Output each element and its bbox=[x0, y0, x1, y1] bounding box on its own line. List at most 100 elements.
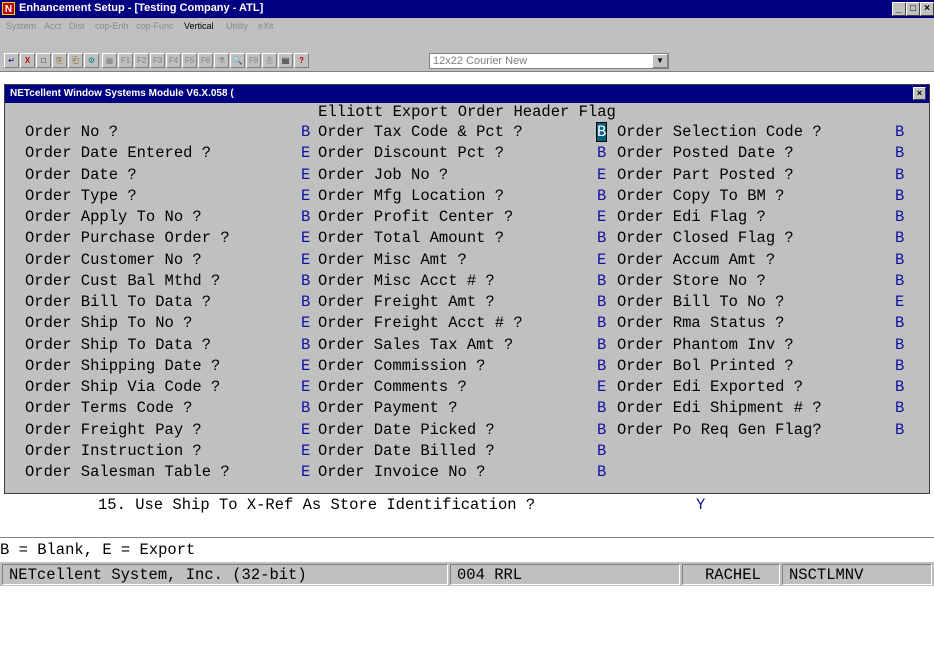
field-value[interactable]: B bbox=[597, 463, 606, 481]
window-title: Enhancement Setup - [Testing Company - A… bbox=[19, 2, 264, 14]
paste-icon[interactable]: ⎗ bbox=[68, 53, 83, 68]
menu-system[interactable]: System bbox=[6, 21, 36, 31]
field-value[interactable]: B bbox=[597, 293, 606, 311]
enter-icon[interactable]: ↵ bbox=[4, 53, 19, 68]
field-value[interactable]: B bbox=[597, 144, 606, 162]
f4-button[interactable]: F4 bbox=[166, 53, 181, 68]
field-label: Order Apply To No ? bbox=[25, 208, 202, 226]
close-button[interactable]: × bbox=[920, 2, 934, 16]
field-value[interactable]: B bbox=[301, 208, 310, 226]
field-value[interactable]: B bbox=[597, 336, 606, 354]
field-value[interactable]: E bbox=[597, 208, 606, 226]
cancel-icon[interactable]: X bbox=[20, 53, 35, 68]
field-label: Order Commission ? bbox=[318, 357, 486, 375]
menu-cop-enh[interactable]: cop-Enh bbox=[95, 21, 129, 31]
field-value[interactable]: B bbox=[597, 421, 606, 439]
field-value[interactable]: E bbox=[301, 421, 310, 439]
field-value[interactable]: B bbox=[301, 293, 310, 311]
field-value[interactable]: E bbox=[301, 166, 310, 184]
f6-button[interactable]: F6 bbox=[198, 53, 213, 68]
field-value[interactable]: B bbox=[895, 421, 904, 439]
field-label: Order Ship To No ? bbox=[25, 314, 193, 332]
field-label: Order Type ? bbox=[25, 187, 137, 205]
field-value[interactable]: B bbox=[595, 122, 608, 142]
settings-icon[interactable]: ⚙ bbox=[84, 53, 99, 68]
field-label: Order Instruction ? bbox=[25, 442, 202, 460]
find-icon[interactable]: ⚗ bbox=[214, 53, 229, 68]
field-value[interactable]: B bbox=[895, 208, 904, 226]
field-value[interactable]: B bbox=[597, 229, 606, 247]
field-label: Order Edi Shipment # ? bbox=[617, 399, 822, 417]
field-label: Order Rma Status ? bbox=[617, 314, 785, 332]
dialog-close-icon[interactable]: × bbox=[913, 87, 926, 100]
f3-button[interactable]: F3 bbox=[150, 53, 165, 68]
title-bar: N Enhancement Setup - [Testing Company -… bbox=[0, 0, 934, 18]
field-value[interactable]: E bbox=[301, 378, 310, 396]
field-value[interactable]: B bbox=[895, 357, 904, 375]
calculator-icon[interactable]: ▦ bbox=[102, 53, 117, 68]
field-label: Order Freight Pay ? bbox=[25, 421, 202, 439]
field-value[interactable]: B bbox=[895, 378, 904, 396]
field-value[interactable]: B bbox=[597, 442, 606, 460]
menu-cop-func[interactable]: cop-Func bbox=[136, 21, 174, 31]
f9-button[interactable]: F9 bbox=[246, 53, 261, 68]
field-label: Order Shipping Date ? bbox=[25, 357, 221, 375]
field-value[interactable]: E bbox=[301, 144, 310, 162]
menu-acct[interactable]: Acct bbox=[44, 21, 62, 31]
field-value[interactable]: B bbox=[895, 229, 904, 247]
field-value[interactable]: B bbox=[895, 166, 904, 184]
field-value[interactable]: E bbox=[597, 378, 606, 396]
field-value[interactable]: B bbox=[895, 336, 904, 354]
print-icon[interactable]: ⎙ bbox=[262, 53, 277, 68]
field-value[interactable]: B bbox=[895, 314, 904, 332]
field-value[interactable]: E bbox=[301, 442, 310, 460]
field-value[interactable]: B bbox=[895, 251, 904, 269]
new-icon[interactable]: □ bbox=[36, 53, 51, 68]
field-value[interactable]: E bbox=[597, 251, 606, 269]
field-value[interactable]: E bbox=[301, 251, 310, 269]
field-value[interactable]: B bbox=[597, 357, 606, 375]
field-value[interactable]: B bbox=[895, 272, 904, 290]
field-value[interactable]: E bbox=[597, 166, 606, 184]
field-value[interactable]: B bbox=[895, 187, 904, 205]
chevron-down-icon[interactable]: ▼ bbox=[652, 54, 668, 68]
menu-vertical[interactable]: Vertical bbox=[184, 21, 214, 31]
menu-exit[interactable]: eXit bbox=[258, 21, 274, 31]
maximize-button[interactable]: □ bbox=[906, 2, 920, 16]
field-value[interactable]: B bbox=[597, 399, 606, 417]
menu-dist[interactable]: Dist bbox=[69, 21, 85, 31]
field-value[interactable]: B bbox=[895, 144, 904, 162]
field-value[interactable]: E bbox=[301, 357, 310, 375]
toolbar: ↵ X □ ⎘ ⎗ ⚙ ▦ F1 F2 F3 F4 F5 F6 ⚗ 🔍 F9 ⎙… bbox=[0, 36, 934, 72]
menu-utility[interactable]: Utility bbox=[226, 21, 248, 31]
notes-icon[interactable]: ▤ bbox=[278, 53, 293, 68]
f1-button[interactable]: F1 bbox=[118, 53, 133, 68]
field-value[interactable]: B bbox=[895, 399, 904, 417]
dialog-heading: Elliott Export Order Header Flag bbox=[318, 103, 616, 121]
field-value[interactable]: B bbox=[597, 314, 606, 332]
field-value[interactable]: B bbox=[301, 399, 310, 417]
legend-text: B = Blank, E = Export bbox=[0, 541, 196, 559]
field-value[interactable]: E bbox=[301, 187, 310, 205]
f2-button[interactable]: F2 bbox=[134, 53, 149, 68]
field-value[interactable]: B bbox=[301, 123, 310, 141]
field-value[interactable]: B bbox=[597, 272, 606, 290]
field-value[interactable]: E bbox=[301, 229, 310, 247]
field-value[interactable]: B bbox=[301, 336, 310, 354]
status-user: RACHEL bbox=[682, 564, 780, 585]
font-select[interactable]: 12x22 Courier New bbox=[429, 53, 669, 69]
field-value[interactable]: B bbox=[895, 123, 904, 141]
field-label: Order Bill To Data ? bbox=[25, 293, 212, 311]
copy-icon[interactable]: ⎘ bbox=[52, 53, 67, 68]
field-value[interactable]: B bbox=[301, 272, 310, 290]
field-value[interactable]: E bbox=[895, 293, 904, 311]
store-id-value[interactable]: Y bbox=[696, 496, 705, 514]
f5-button[interactable]: F5 bbox=[182, 53, 197, 68]
minimize-button[interactable]: _ bbox=[892, 2, 906, 16]
field-value[interactable]: B bbox=[597, 187, 606, 205]
help-icon[interactable]: ? bbox=[294, 53, 309, 68]
field-label: Order Tax Code & Pct ? bbox=[318, 123, 523, 141]
field-value[interactable]: E bbox=[301, 314, 310, 332]
search-icon[interactable]: 🔍 bbox=[230, 53, 245, 68]
field-value[interactable]: E bbox=[301, 463, 310, 481]
